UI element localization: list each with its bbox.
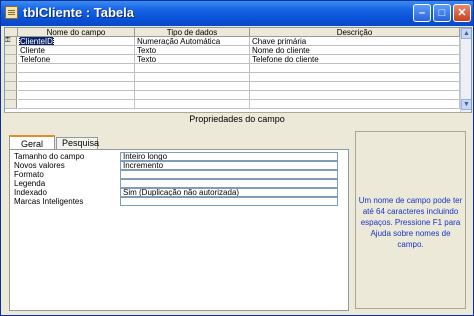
row-selector[interactable]: [5, 100, 17, 109]
format-input[interactable]: [120, 170, 338, 179]
description-cell[interactable]: [250, 73, 460, 82]
data-type-cell[interactable]: [135, 91, 250, 100]
tab-pesquisa[interactable]: Pesquisa: [56, 137, 99, 149]
scroll-down-icon[interactable]: ▼: [461, 99, 471, 110]
vertical-scrollbar[interactable]: ▲ ▼: [460, 28, 471, 112]
tab-geral[interactable]: Geral: [9, 135, 55, 150]
new-values-input[interactable]: Incremento: [120, 161, 338, 170]
row-selector[interactable]: [5, 91, 17, 100]
field-grid: Nome do campo Tipo de dados Descrição ⚿ …: [4, 27, 472, 113]
field-name-cell[interactable]: Telefone: [18, 55, 135, 64]
description-cell[interactable]: [250, 91, 460, 100]
property-label: Marcas Inteligentes: [14, 197, 84, 206]
description-cell[interactable]: [250, 82, 460, 91]
field-name-cell[interactable]: [18, 91, 135, 100]
window-title: tblCliente : Tabela: [23, 5, 134, 20]
help-text: Um nome de campo pode ter até 64 caracte…: [358, 196, 463, 249]
data-type-cell[interactable]: Texto: [135, 46, 250, 55]
column-header-description[interactable]: Descrição: [250, 28, 460, 37]
close-icon: ✕: [457, 7, 467, 19]
row-selector[interactable]: ⚿: [5, 37, 17, 46]
row-selector[interactable]: [5, 64, 17, 73]
data-type-cell[interactable]: Texto: [135, 55, 250, 64]
row-selector-header: [5, 28, 18, 37]
row-selector[interactable]: [5, 82, 17, 91]
field-properties-header: Propriedades do campo: [4, 112, 470, 125]
maximize-icon: □: [438, 7, 446, 19]
property-label: Indexado: [14, 188, 47, 197]
caption-input[interactable]: [120, 179, 338, 188]
property-label: Formato: [14, 170, 44, 179]
data-type-cell[interactable]: [135, 100, 250, 109]
column-header-name[interactable]: Nome do campo: [18, 28, 135, 37]
field-name-text: ClienteID: [19, 37, 54, 46]
field-name-cell[interactable]: [18, 100, 135, 109]
property-label: Novos valores: [14, 161, 65, 170]
field-size-input[interactable]: Inteiro longo: [120, 152, 338, 161]
field-name-cell[interactable]: [18, 73, 135, 82]
field-name-cell[interactable]: ClienteID: [18, 37, 135, 46]
help-panel: Um nome de campo pode ter até 64 caracte…: [355, 131, 466, 309]
row-selector[interactable]: [5, 55, 17, 64]
close-button[interactable]: ✕: [453, 4, 471, 22]
data-type-cell[interactable]: Numeração Automática: [135, 37, 250, 46]
data-type-cell[interactable]: [135, 64, 250, 73]
scroll-up-icon[interactable]: ▲: [461, 28, 471, 39]
table-design-window: tblCliente : Tabela – □ ✕ Nome do campo …: [0, 0, 474, 316]
description-cell[interactable]: Nome do cliente: [250, 46, 460, 55]
general-properties-panel: Tamanho do campo Inteiro longo Novos val…: [9, 149, 349, 311]
data-type-cell[interactable]: [135, 73, 250, 82]
row-selector[interactable]: [5, 46, 17, 55]
indexed-input[interactable]: Sim (Duplicação não autorizada): [120, 188, 338, 197]
property-label: Tamanho do campo: [14, 152, 85, 161]
column-header-type[interactable]: Tipo de dados: [135, 28, 250, 37]
row-selector[interactable]: [5, 73, 17, 82]
title-bar[interactable]: tblCliente : Tabela – □ ✕: [1, 1, 473, 26]
description-cell[interactable]: Telefone do cliente: [250, 55, 460, 64]
description-cell[interactable]: Chave primária: [250, 37, 460, 46]
description-cell[interactable]: [250, 64, 460, 73]
property-label: Legenda: [14, 179, 46, 188]
maximize-button[interactable]: □: [433, 4, 451, 22]
table-icon: [5, 6, 18, 19]
field-name-cell[interactable]: Cliente: [18, 46, 135, 55]
primary-key-icon: ⚿: [5, 37, 11, 44]
smart-tags-input[interactable]: [120, 197, 338, 206]
minimize-button[interactable]: –: [413, 4, 431, 22]
field-name-cell[interactable]: [18, 82, 135, 91]
minimize-icon: –: [418, 7, 426, 19]
description-cell[interactable]: [250, 100, 460, 109]
data-type-cell[interactable]: [135, 82, 250, 91]
field-name-cell[interactable]: [18, 64, 135, 73]
